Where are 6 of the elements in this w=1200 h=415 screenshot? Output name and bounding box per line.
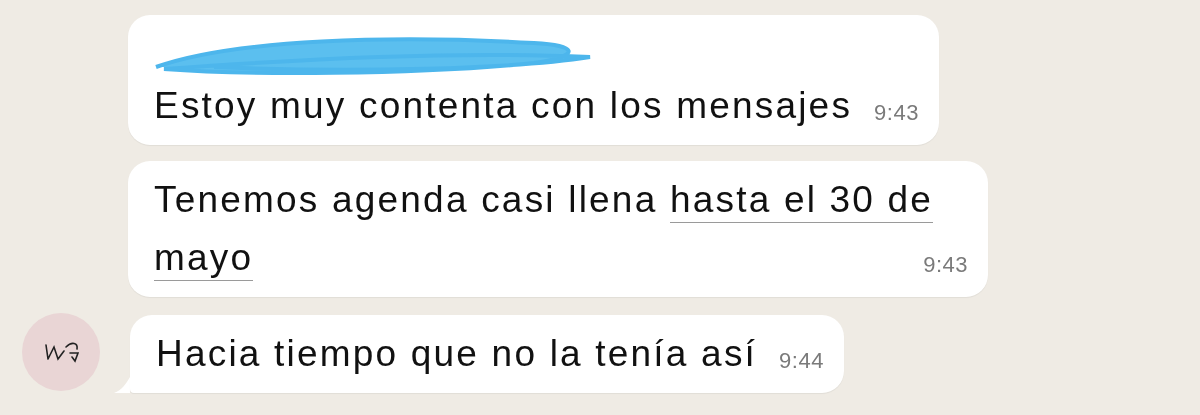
contact-avatar[interactable] (22, 313, 100, 391)
message-time: 9:43 (923, 251, 968, 279)
date-link[interactable]: hasta el 30 de (669, 179, 934, 223)
date-link[interactable]: mayo (154, 237, 254, 281)
message-time: 9:44 (779, 347, 824, 375)
message-time: 9:43 (874, 99, 919, 127)
